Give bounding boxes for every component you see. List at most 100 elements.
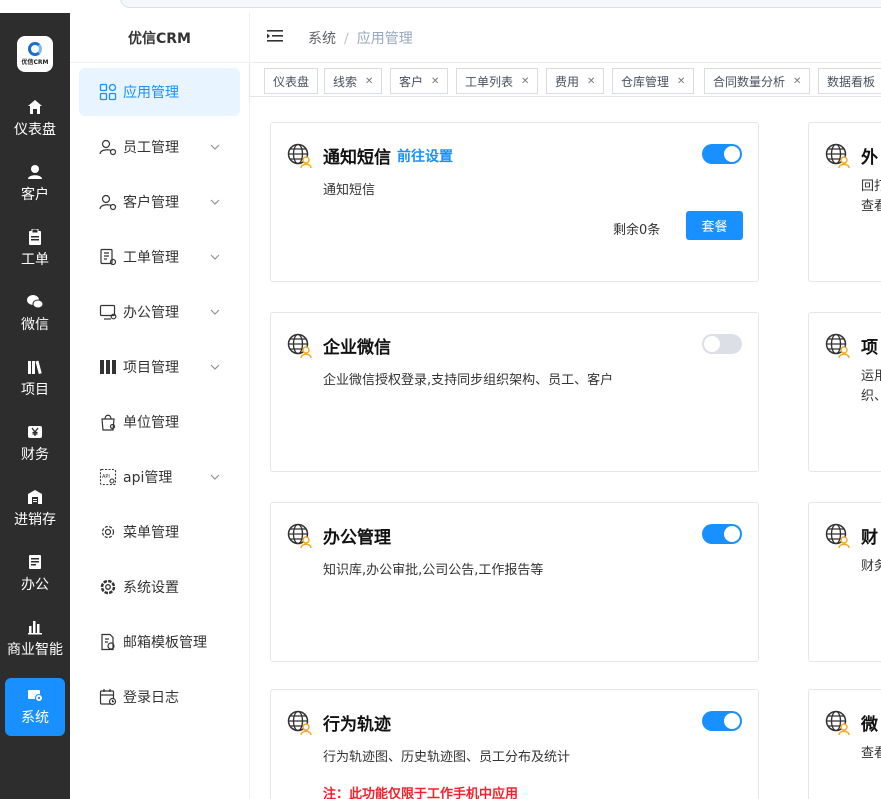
main-rail: 优信CRM 仪表盘 客户 工单 微信 项目 财务 进销存 办公 商业智能 系统 <box>0 13 70 799</box>
document-icon <box>27 554 43 570</box>
app-toggle-switch[interactable] <box>702 334 742 354</box>
tag-ticket-list[interactable]: 工单列表 ✕ <box>456 68 539 94</box>
globe-user-icon <box>287 523 313 553</box>
app-card-title: 企业微信 <box>323 338 391 358</box>
app-card-warning: 注：此功能仅限于工作手机中应用 <box>323 787 519 799</box>
sidebar-item-login-log[interactable]: 登录日志 <box>79 673 240 721</box>
rail-item-label: 仪表盘 <box>14 122 56 138</box>
rail-item-finance[interactable]: 财务 <box>0 415 70 473</box>
app-card-title: 办公管理 <box>323 528 391 548</box>
app-card-desc: 查看 <box>861 746 881 761</box>
app-card-desc: 财务 <box>861 559 881 574</box>
rail-item-project[interactable]: 项目 <box>0 350 70 408</box>
sidebar-item-mail-template[interactable]: 邮箱模板管理 <box>79 618 240 666</box>
customer-settings-icon <box>99 193 117 211</box>
tag-label: 合同数量分析 <box>713 74 786 89</box>
sidebar-item-customer[interactable]: 客户管理 <box>79 178 240 226</box>
app-card-partial: 财 财务 <box>808 502 881 662</box>
rail-item-ticket[interactable]: 工单 <box>0 220 70 278</box>
tag-label: 仓库管理 <box>621 74 670 89</box>
app-card-title: 微 <box>861 715 878 735</box>
bag-icon <box>99 413 117 431</box>
app-card-desc: 运用织、 <box>861 369 881 404</box>
tag-data-board[interactable]: 数据看板 <box>818 68 881 94</box>
user-icon <box>27 164 43 180</box>
app-card-desc: 企业微信授权登录,支持同步组织架构、员工、客户 <box>323 373 614 388</box>
app-card-title: 外 <box>861 148 878 168</box>
close-icon[interactable]: ✕ <box>587 76 595 87</box>
sidebar-item-project[interactable]: 项目管理 <box>79 343 240 391</box>
rail-item-dashboard[interactable]: 仪表盘 <box>0 90 70 148</box>
rail-item-system[interactable]: 系统 <box>5 678 65 736</box>
sidebar-item-label: 项目管理 <box>123 360 179 376</box>
app-card-wecom: 企业微信 企业微信授权登录,支持同步组织架构、员工、客户 <box>270 312 759 472</box>
sidebar-item-app-management[interactable]: 应用管理 <box>79 68 240 116</box>
sidebar-item-label: 工单管理 <box>123 250 179 266</box>
app-toggle-switch[interactable] <box>702 711 742 731</box>
system-icon <box>27 687 43 703</box>
apps-icon <box>99 83 117 101</box>
app-card-sms: 通知短信 前往设置 通知短信 剩余0条 套餐 <box>270 122 759 282</box>
rail-item-label: 办公 <box>21 577 49 593</box>
sidebar-item-unit[interactable]: 单位管理 <box>79 398 240 446</box>
globe-user-icon <box>825 143 851 173</box>
app-toggle-switch[interactable] <box>702 524 742 544</box>
rail-item-label: 进销存 <box>14 512 56 528</box>
sidebar-item-staff[interactable]: 员工管理 <box>79 123 240 171</box>
globe-user-icon <box>825 333 851 363</box>
top-header: 系统 / 应用管理 <box>250 13 881 63</box>
sidebar-item-label: 单位管理 <box>123 415 179 431</box>
app-card-desc: 行为轨迹图、历史轨迹图、员工分布及统计 <box>323 750 571 765</box>
rail-item-office[interactable]: 办公 <box>0 545 70 603</box>
sidebar-item-label: 邮箱模板管理 <box>123 635 207 651</box>
rail-item-customer[interactable]: 客户 <box>0 155 70 213</box>
sidebar-item-ticket[interactable]: 工单管理 <box>79 233 240 281</box>
calendar-log-icon <box>99 688 117 706</box>
clipboard-icon <box>27 229 43 245</box>
chevron-down-icon <box>210 250 220 266</box>
rail-item-wechat[interactable]: 微信 <box>0 285 70 343</box>
close-icon[interactable]: ✕ <box>521 76 529 87</box>
close-icon[interactable]: ✕ <box>431 76 439 87</box>
sidebar-item-menu[interactable]: 菜单管理 <box>79 508 240 556</box>
warehouse-icon <box>27 489 43 505</box>
close-icon[interactable]: ✕ <box>365 76 373 87</box>
tag-expense[interactable]: 费用 ✕ <box>546 68 605 94</box>
menu-fold-icon[interactable] <box>266 28 284 48</box>
user-settings-icon <box>99 138 117 156</box>
address-bar <box>120 0 881 8</box>
sidebar-item-settings[interactable]: 系统设置 <box>79 563 240 611</box>
library-icon <box>27 359 43 375</box>
tag-customer[interactable]: 客户 ✕ <box>390 68 449 94</box>
app-card-desc: 知识库,办公审批,公司公告,工作报告等 <box>323 563 544 578</box>
goto-settings-link[interactable]: 前往设置 <box>397 146 453 166</box>
sidebar-brand: 优信CRM <box>70 13 249 63</box>
rail-item-inventory[interactable]: 进销存 <box>0 480 70 538</box>
sidebar-item-label: 系统设置 <box>123 580 179 596</box>
tag-label: 数据看板 <box>827 74 876 89</box>
app-card-title: 通知短信 <box>323 148 391 168</box>
close-icon[interactable]: ✕ <box>677 76 685 87</box>
app-logo[interactable]: 优信CRM <box>17 36 53 72</box>
rail-item-bi[interactable]: 商业智能 <box>0 610 70 668</box>
sidebar-item-api[interactable]: API api管理 <box>79 453 240 501</box>
bar-chart-icon <box>27 619 43 635</box>
package-button[interactable]: 套餐 <box>686 211 743 240</box>
app-card-title: 财 <box>861 528 878 548</box>
app-toggle-switch[interactable] <box>702 144 742 164</box>
breadcrumb-item[interactable]: 系统 <box>308 31 336 47</box>
tag-label: 仪表盘 <box>273 74 310 89</box>
tag-dashboard[interactable]: 仪表盘 <box>264 68 319 94</box>
app-card-partial: 微 查看 <box>808 689 881 799</box>
app-card-trajectory: 行为轨迹 行为轨迹图、历史轨迹图、员工分布及统计 注：此功能仅限于工作手机中应用 <box>270 689 759 799</box>
sidebar-item-office[interactable]: 办公管理 <box>79 288 240 336</box>
tag-warehouse[interactable]: 仓库管理 ✕ <box>612 68 695 94</box>
tag-contract-analysis[interactable]: 合同数量分析 ✕ <box>704 68 811 94</box>
close-icon[interactable]: ✕ <box>793 76 801 87</box>
tag-label: 客户 <box>399 74 424 89</box>
chevron-down-icon <box>210 195 220 211</box>
rail-item-label: 财务 <box>21 447 49 463</box>
app-grid: 通知短信 前往设置 通知短信 剩余0条 套餐 企业微信 企业微信授权登录,支持同… <box>250 97 881 799</box>
gear-icon <box>99 578 117 596</box>
tag-leads[interactable]: 线索 ✕ <box>324 68 383 94</box>
